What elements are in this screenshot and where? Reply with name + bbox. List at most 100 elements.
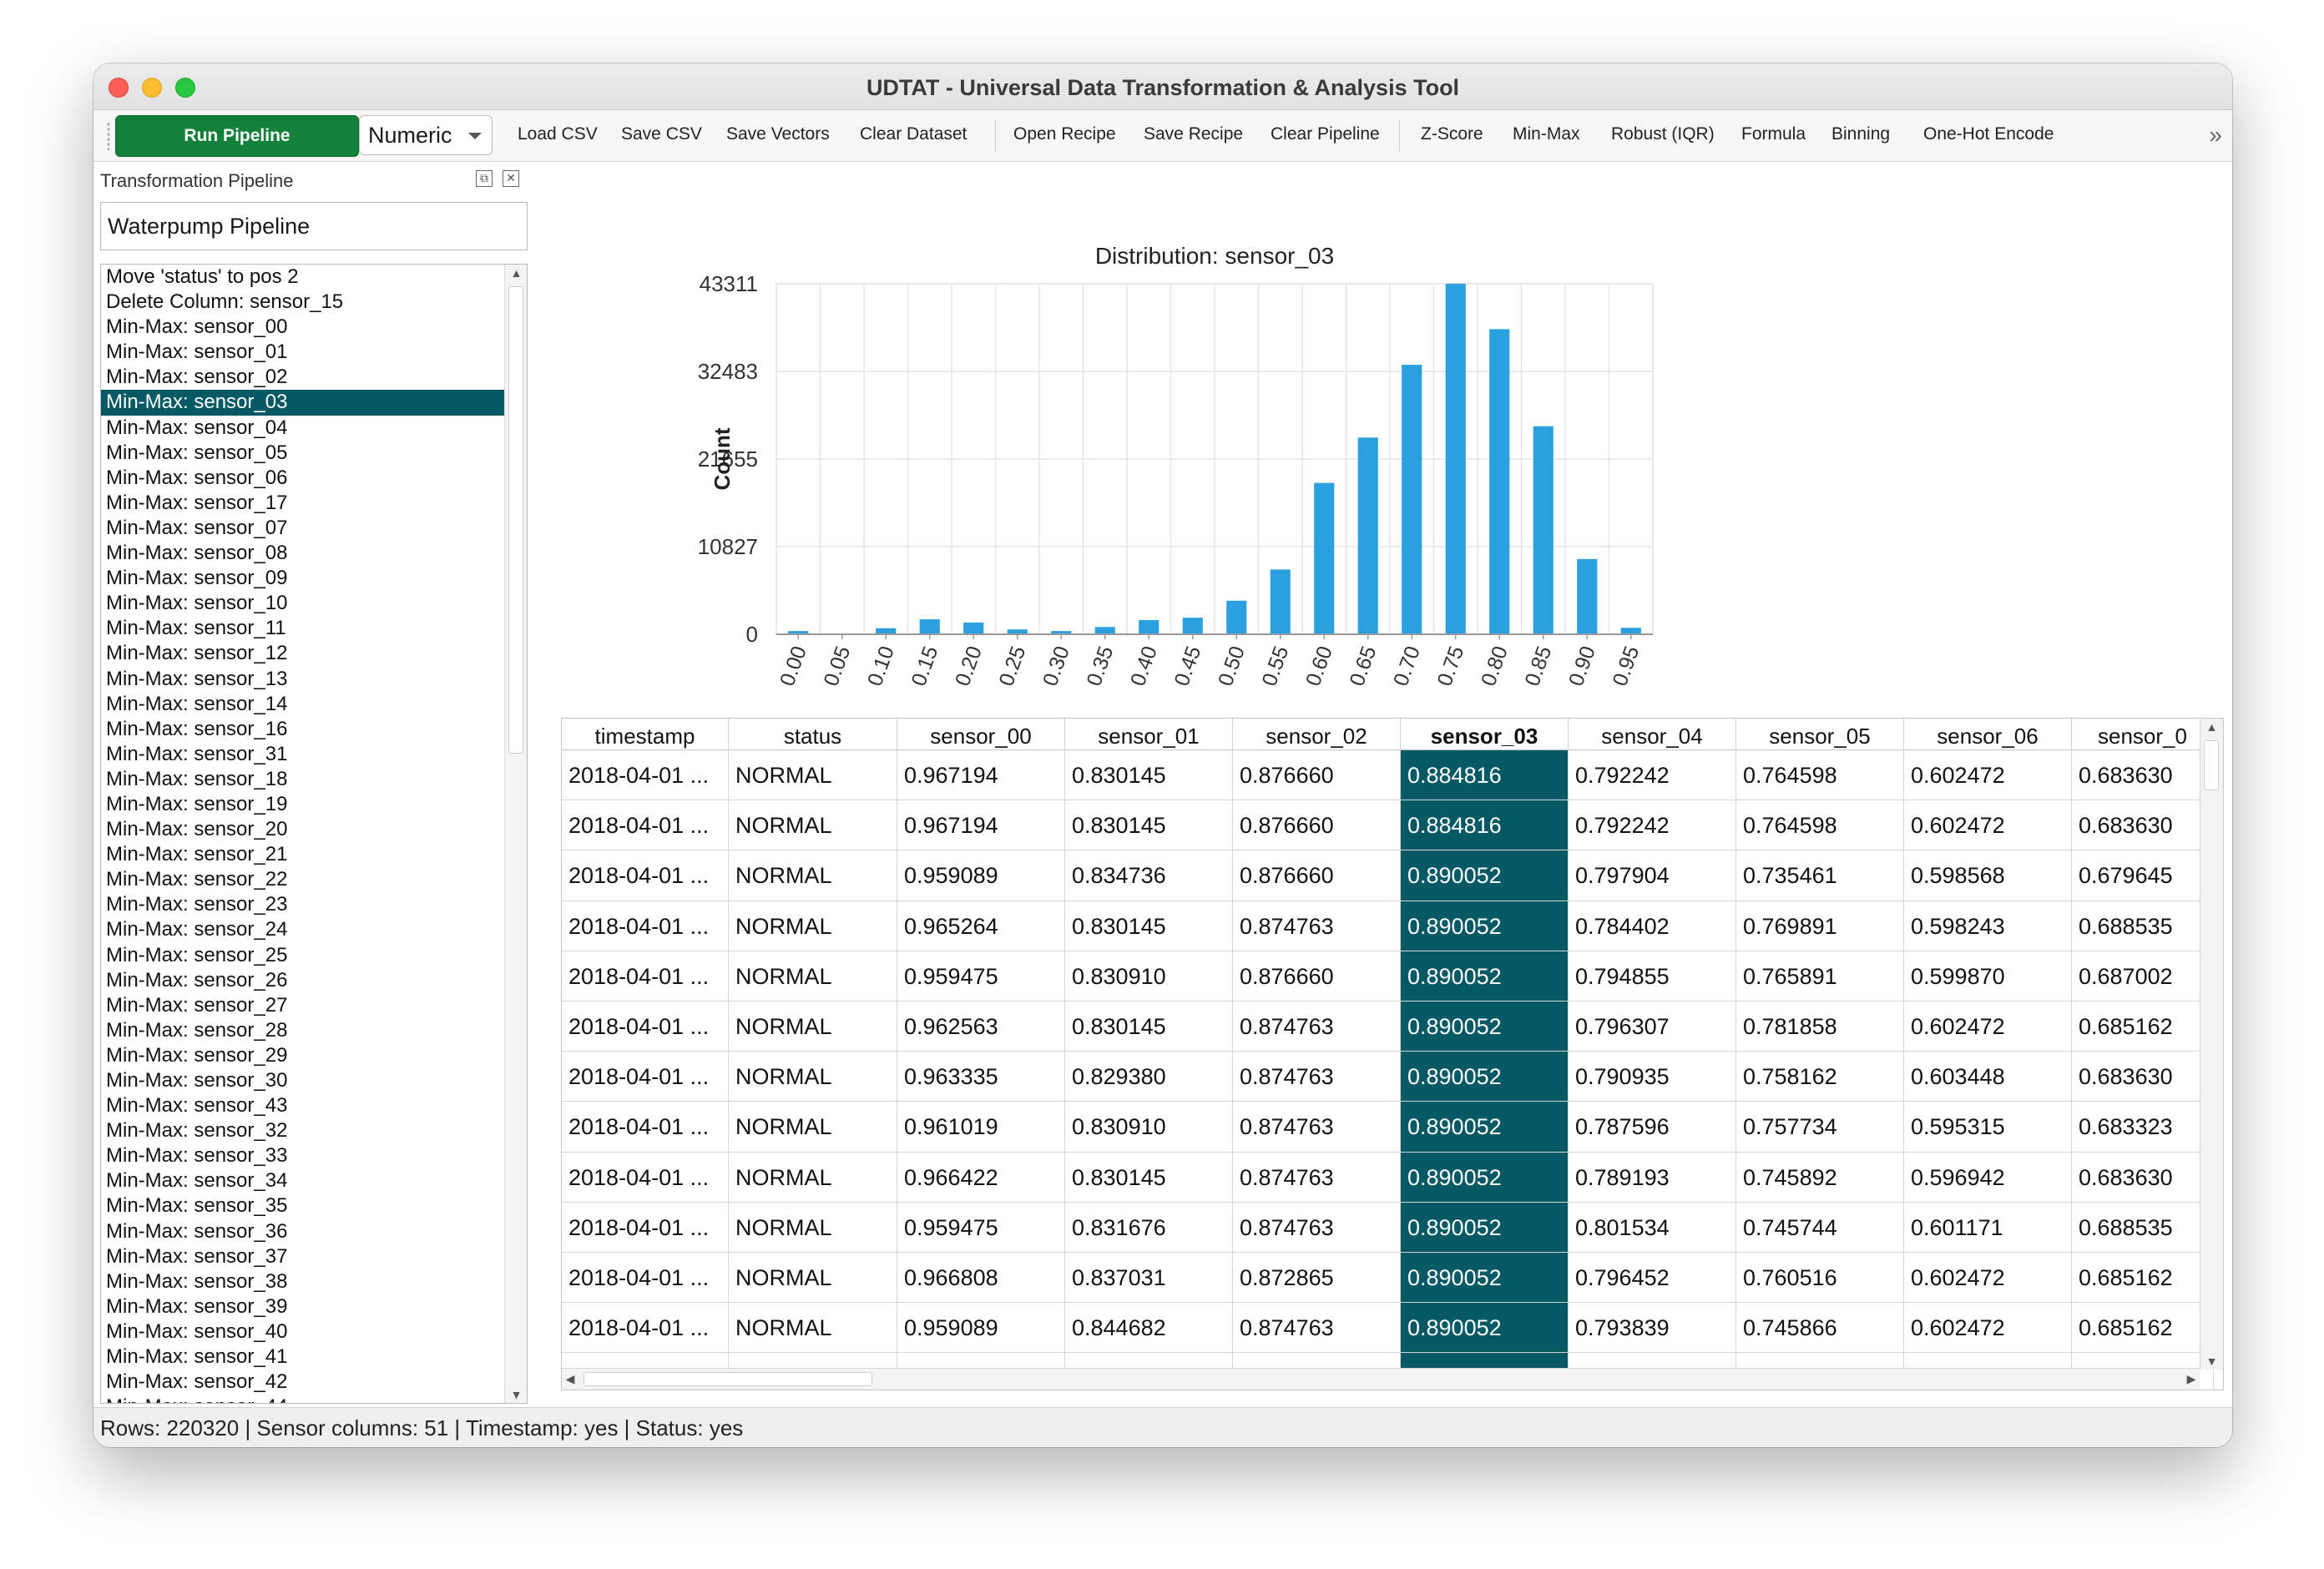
pipeline-step-item[interactable]: Min-Max: sensor_25 (101, 943, 504, 968)
pipeline-step-item[interactable]: Min-Max: sensor_11 (101, 616, 504, 641)
pipeline-step-item[interactable]: Min-Max: sensor_08 (101, 541, 504, 566)
table-cell[interactable]: 0.602472 (1904, 750, 2072, 800)
toolbar-button-min-max[interactable]: Min-Max (1513, 124, 1580, 144)
pipeline-step-item[interactable]: Min-Max: sensor_21 (101, 842, 504, 867)
toolbar-button-load-csv[interactable]: Load CSV (518, 124, 598, 144)
pipeline-step-item[interactable]: Min-Max: sensor_02 (101, 365, 504, 390)
pipeline-step-item[interactable]: Min-Max: sensor_27 (101, 993, 504, 1018)
table-row[interactable]: 2018-04-01 ... NORMAL 0.965264 0.830145 0.87… (562, 901, 2214, 951)
table-scroll-right-icon[interactable]: ▶ (2183, 1372, 2200, 1386)
table-cell[interactable]: 0.967194 (897, 800, 1065, 850)
table-cell[interactable]: 0.959475 (897, 951, 1065, 1001)
toolbar-button-one-hot-encode[interactable]: One-Hot Encode (1923, 124, 2054, 144)
table-cell[interactable]: 0.599870 (1904, 951, 2072, 1001)
table-cell[interactable]: NORMAL (729, 850, 897, 901)
table-cell[interactable]: 0.793839 (1569, 1303, 1736, 1353)
pipeline-step-item[interactable]: Min-Max: sensor_41 (101, 1344, 504, 1370)
table-vertical-scrollbar[interactable]: ▲ ▼ (2200, 719, 2223, 1370)
column-header-sensor-05[interactable]: sensor_05 (1736, 719, 1904, 750)
pipeline-step-item[interactable]: Min-Max: sensor_39 (101, 1294, 504, 1319)
table-cell[interactable]: 0.966422 (897, 1152, 1065, 1202)
pipeline-step-item[interactable]: Min-Max: sensor_19 (101, 792, 504, 817)
pipeline-step-item[interactable]: Min-Max: sensor_22 (101, 867, 504, 892)
table-cell[interactable]: 0.790935 (1569, 1052, 1736, 1102)
pipeline-step-item[interactable]: Min-Max: sensor_17 (101, 491, 504, 516)
toolbar-button-clear-pipeline[interactable]: Clear Pipeline (1271, 124, 1380, 144)
table-cell[interactable]: 0.757734 (1736, 1102, 1904, 1152)
pipeline-step-item[interactable]: Min-Max: sensor_03 (101, 390, 504, 416)
pipeline-step-item[interactable]: Min-Max: sensor_23 (101, 892, 504, 917)
scroll-down-icon[interactable]: ▼ (505, 1388, 527, 1401)
table-scroll-down-icon[interactable]: ▼ (2200, 1355, 2223, 1368)
table-cell[interactable]: 0.874763 (1233, 1052, 1401, 1102)
table-cell[interactable]: 0.834736 (1065, 850, 1233, 901)
pipeline-step-item[interactable]: Min-Max: sensor_10 (101, 591, 504, 616)
table-cell[interactable]: 0.765891 (1736, 951, 1904, 1001)
toolbar-button-formula[interactable]: Formula (1741, 124, 1806, 144)
toolbar-button-binning[interactable]: Binning (1831, 124, 1890, 144)
table-cell[interactable]: 0.837031 (1065, 1252, 1233, 1303)
table-cell[interactable]: 0.683630 (2072, 800, 2214, 850)
table-cell[interactable]: 0.874763 (1233, 1202, 1401, 1252)
pipeline-step-item[interactable]: Min-Max: sensor_30 (101, 1068, 504, 1093)
table-cell[interactable]: 2018-04-01 ... (562, 800, 729, 850)
toolbar-button-robust-iqr[interactable]: Robust (IQR) (1611, 124, 1715, 144)
run-pipeline-button[interactable]: Run Pipeline (115, 115, 359, 157)
column-header-sensor-02[interactable]: sensor_02 (1233, 719, 1401, 750)
table-cell[interactable]: 0.890052 (1401, 1001, 1569, 1052)
table-cell[interactable]: 0.792242 (1569, 750, 1736, 800)
table-cell[interactable]: 2018-04-01 ... (562, 951, 729, 1001)
table-cell[interactable]: 0.890052 (1401, 1202, 1569, 1252)
table-cell[interactable]: 0.602472 (1904, 1001, 2072, 1052)
table-cell[interactable]: 0.890052 (1401, 901, 1569, 951)
pipeline-step-item[interactable]: Min-Max: sensor_20 (101, 817, 504, 842)
table-vscroll-thumb[interactable] (2204, 740, 2219, 790)
table-cell[interactable]: 0.685162 (2072, 1001, 2214, 1052)
table-cell[interactable]: 0.792242 (1569, 800, 1736, 850)
pipeline-step-item[interactable]: Min-Max: sensor_01 (101, 340, 504, 365)
table-cell[interactable]: 0.830145 (1065, 1152, 1233, 1202)
table-cell[interactable]: NORMAL (729, 1102, 897, 1152)
table-cell[interactable]: 0.598568 (1904, 850, 2072, 901)
table-row[interactable]: 2018-04-01 ... NORMAL 0.966422 0.830145 0.87… (562, 1152, 2214, 1203)
table-cell[interactable]: 0.683630 (2072, 1152, 2214, 1202)
table-cell[interactable]: 0.876660 (1233, 800, 1401, 850)
float-panel-icon[interactable]: ⧉ (476, 170, 493, 187)
pipeline-step-item[interactable]: Min-Max: sensor_35 (101, 1193, 504, 1218)
pipeline-step-item[interactable]: Min-Max: sensor_28 (101, 1018, 504, 1043)
table-cell[interactable]: 2018-04-01 ... (562, 1152, 729, 1202)
table-row[interactable]: 2018-04-01 ... NORMAL 0.959475 0.831676 0.87… (562, 1202, 2214, 1253)
table-cell[interactable]: 0.884816 (1401, 800, 1569, 850)
table-cell[interactable]: 0.874763 (1233, 1102, 1401, 1152)
table-row[interactable]: 2018-04-01 ... NORMAL 0.966808 0.837031 0.87… (562, 1252, 2214, 1304)
pipeline-step-item[interactable]: Min-Max: sensor_04 (101, 416, 504, 441)
pipeline-step-item[interactable]: Move 'status' to pos 2 (101, 265, 504, 290)
table-cell[interactable]: 2018-04-01 ... (562, 1252, 729, 1303)
pipeline-step-item[interactable]: Min-Max: sensor_24 (101, 917, 504, 942)
table-cell[interactable]: NORMAL (729, 1202, 897, 1252)
table-cell[interactable]: 0.685162 (2072, 1252, 2214, 1303)
table-cell[interactable]: 0.596942 (1904, 1152, 2072, 1202)
table-cell[interactable]: 0.679645 (2072, 850, 2214, 901)
table-cell[interactable]: 0.735461 (1736, 850, 1904, 901)
table-cell[interactable]: 0.764598 (1736, 750, 1904, 800)
table-cell[interactable]: 0.683323 (2072, 1102, 2214, 1152)
table-row[interactable]: 2018-04-01 ... NORMAL 0.959475 0.830910 0.87… (562, 951, 2214, 1001)
pipeline-step-item[interactable]: Min-Max: sensor_33 (101, 1143, 504, 1168)
table-cell[interactable]: 0.961019 (897, 1102, 1065, 1152)
column-header-sensor-01[interactable]: sensor_01 (1065, 719, 1233, 750)
table-cell[interactable]: 2018-04-01 ... (562, 901, 729, 951)
table-cell[interactable]: 0.595315 (1904, 1102, 2072, 1152)
table-cell[interactable]: 0.784402 (1569, 901, 1736, 951)
pipeline-step-item[interactable]: Min-Max: sensor_16 (101, 717, 504, 742)
close-panel-icon[interactable]: ✕ (503, 170, 519, 187)
table-cell[interactable]: 0.829380 (1065, 1052, 1233, 1102)
column-header-status[interactable]: status (729, 719, 897, 750)
pipeline-step-item[interactable]: Min-Max: sensor_26 (101, 968, 504, 993)
table-cell[interactable]: 2018-04-01 ... (562, 750, 729, 800)
pipeline-step-item[interactable]: Min-Max: sensor_43 (101, 1093, 504, 1118)
table-cell[interactable]: 0.967194 (897, 750, 1065, 800)
toolbar-button-save-vectors[interactable]: Save Vectors (726, 124, 830, 144)
toolbar-button-save-csv[interactable]: Save CSV (621, 124, 702, 144)
mode-select[interactable]: Numeric (359, 115, 493, 155)
